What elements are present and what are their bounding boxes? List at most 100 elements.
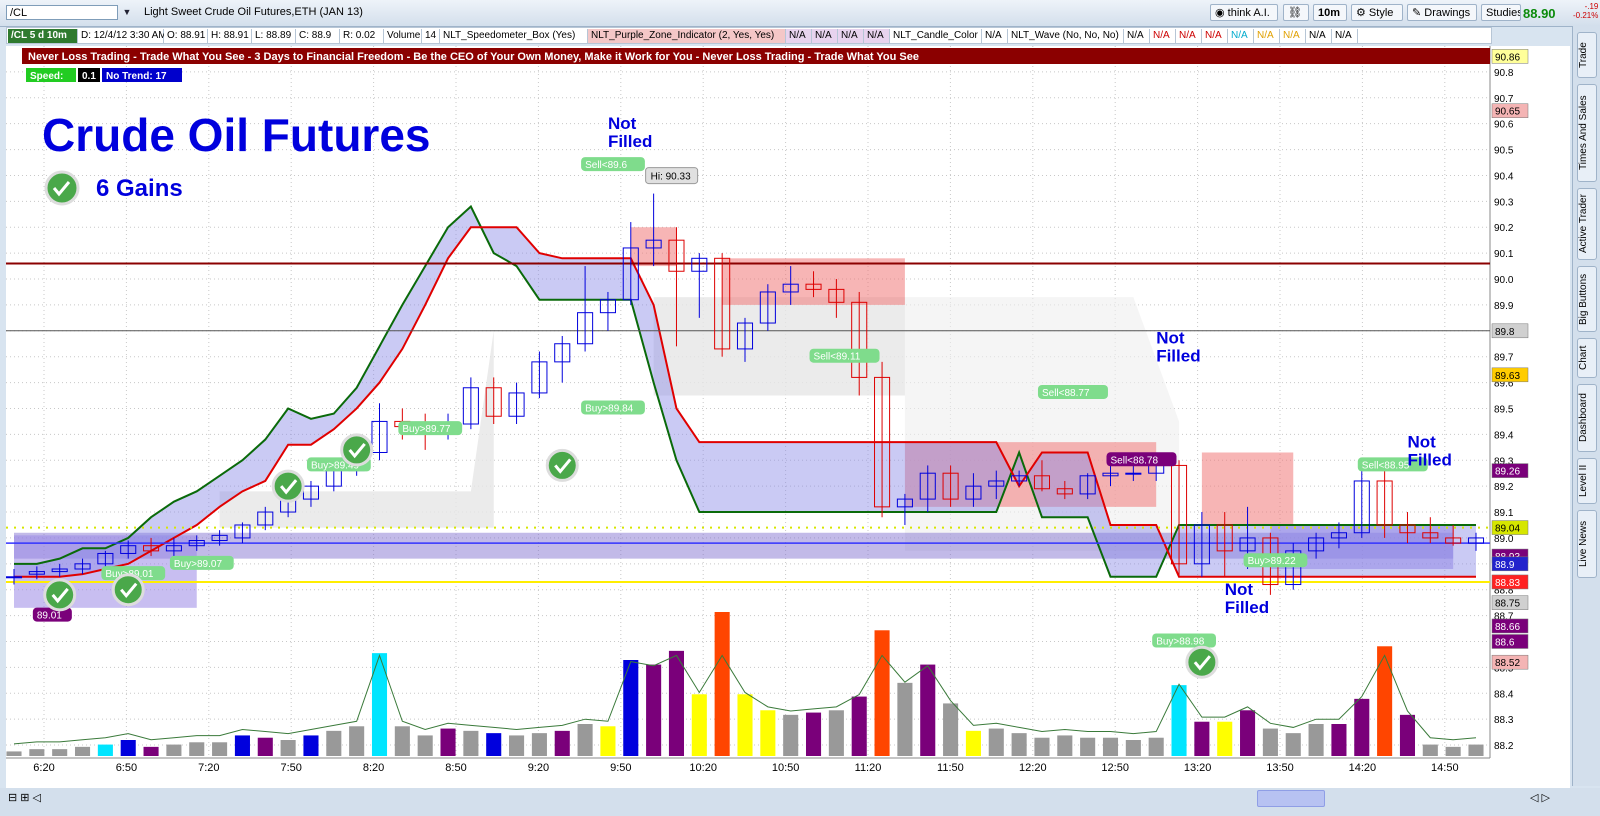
side-tab-active-trader[interactable]: Active Trader	[1577, 188, 1597, 260]
think-ai-button[interactable]: ◉ think A.I.	[1210, 4, 1278, 21]
study-chip: D: 12/4/12 3:30 AM	[78, 29, 167, 43]
volume-bar	[394, 726, 410, 756]
zoom-icons[interactable]: ⊟ ⊞ ◁	[8, 791, 41, 804]
candle-body[interactable]	[5, 576, 23, 579]
volume-bar	[760, 710, 776, 756]
x-tick-label: 6:20	[33, 762, 54, 774]
x-tick-label: 8:20	[363, 762, 384, 774]
signal-label: Buy>89.07	[174, 559, 223, 570]
study-chip[interactable]: N/A	[982, 29, 1008, 43]
volume-bar	[52, 749, 68, 756]
study-chip[interactable]: N/A	[1280, 29, 1306, 43]
side-tab-dashboard[interactable]: Dashboard	[1577, 384, 1597, 452]
x-tick-label: 13:20	[1184, 762, 1212, 774]
interval-button[interactable]: 10m	[1313, 4, 1347, 21]
y-tick-label: 89.9	[1494, 301, 1514, 312]
study-chip[interactable]: NLT_Purple_Zone_Indicator (2, Yes, Yes)	[588, 29, 786, 43]
scroll-arrows-icon[interactable]: ◁ ▷	[1530, 791, 1550, 804]
not-filled-label: Not	[1225, 580, 1254, 599]
study-chip[interactable]: N/A	[786, 29, 812, 43]
study-chip[interactable]: N/A	[1176, 29, 1202, 43]
study-chip[interactable]: N/A	[838, 29, 864, 43]
study-chip[interactable]: N/A	[1150, 29, 1176, 43]
top-toolbar: /CL ▼ Light Sweet Crude Oil Futures,ETH …	[0, 0, 1600, 27]
side-tab-live-news[interactable]: Live News	[1577, 510, 1597, 578]
y-tick-label: 89.1	[1494, 508, 1514, 519]
symbol-dropdown-icon[interactable]: ▼	[120, 5, 134, 20]
study-chip[interactable]: N/A	[1254, 29, 1280, 43]
study-chip[interactable]: NLT_Candle_Color	[890, 29, 982, 43]
study-chip: C: 88.9	[296, 29, 340, 43]
price-tag: 89.04	[1495, 524, 1520, 535]
checkmark-icon	[111, 573, 145, 607]
study-chip[interactable]: NLT_Speedometer_Box (Yes)	[440, 29, 588, 43]
price-tag: 88.66	[1495, 622, 1520, 633]
study-chip: Volume	[384, 29, 422, 43]
volume-bar	[349, 726, 365, 756]
studies-button[interactable]: Studies	[1481, 4, 1521, 21]
x-tick-label: 14:50	[1431, 762, 1459, 774]
y-tick-label: 90.0	[1494, 275, 1514, 286]
study-chip[interactable]: N/A	[1332, 29, 1358, 43]
study-chip: L: 88.89	[252, 29, 296, 43]
y-tick-label: 90.5	[1494, 146, 1514, 157]
volume-bar	[97, 744, 113, 756]
study-chip: O: 88.91	[164, 29, 208, 43]
y-tick-label: 88.4	[1494, 689, 1514, 700]
chart-area[interactable]: 88.288.388.488.588.688.788.888.989.089.1…	[5, 46, 1570, 791]
price-chart[interactable]: 88.288.388.488.588.688.788.888.989.089.1…	[5, 46, 1570, 788]
study-chip[interactable]: N/A	[1306, 29, 1332, 43]
side-tab-times-and-sales[interactable]: Times And Sales	[1577, 84, 1597, 182]
volume-bar	[509, 735, 525, 756]
x-tick-label: 12:50	[1101, 762, 1129, 774]
study-chip[interactable]: N/A	[1202, 29, 1228, 43]
volume-bar	[120, 740, 136, 756]
price-tag: 88.83	[1495, 578, 1520, 589]
symbol-input[interactable]: /CL	[6, 5, 118, 20]
drawings-button[interactable]: ✎ Drawings	[1407, 4, 1477, 21]
y-tick-label: 88.3	[1494, 715, 1514, 726]
volume-bar	[371, 653, 388, 756]
brain-icon: ◉	[1215, 7, 1228, 19]
scrollbar-thumb[interactable]	[1257, 790, 1325, 807]
price-tag: 89.26	[1495, 467, 1520, 478]
y-tick-label: 89.5	[1494, 404, 1514, 415]
volume-bar	[1125, 740, 1141, 756]
volume-bar	[851, 696, 867, 756]
x-tick-label: 11:20	[855, 762, 882, 774]
candle-body[interactable]	[1125, 472, 1142, 475]
not-filled-label: Not	[608, 114, 637, 133]
price-tag: 89.63	[1495, 371, 1520, 382]
not-filled-label: Filled	[1225, 598, 1269, 617]
volume-bar	[554, 730, 570, 756]
study-chip[interactable]: N/A	[812, 29, 838, 43]
side-tab-big-buttons[interactable]: Big Buttons	[1577, 266, 1597, 332]
signal-label: Sell<89.11	[814, 352, 861, 363]
y-tick-label: 89.4	[1494, 430, 1514, 441]
volume-bar	[668, 650, 685, 756]
side-tab-chart[interactable]: Chart	[1577, 338, 1597, 378]
volume-bar	[828, 710, 844, 756]
study-chip[interactable]: NLT_Wave (No, No, No)	[1008, 29, 1124, 43]
volume-bar	[600, 726, 616, 756]
study-chip[interactable]: N/A	[1228, 29, 1254, 43]
style-button[interactable]: ⚙ Style	[1351, 4, 1403, 21]
link-icon[interactable]: ⛓	[1283, 4, 1309, 21]
side-tab-level-ii[interactable]: Level II	[1577, 458, 1597, 504]
banner-text: Never Loss Trading - Trade What You See …	[28, 51, 919, 63]
y-tick-label: 90.8	[1494, 68, 1514, 79]
volume-bar	[212, 742, 228, 756]
study-chip: /CL 5 d 10m	[8, 29, 78, 43]
not-filled-label: Filled	[608, 132, 652, 151]
checkmark-icon	[271, 469, 305, 503]
volume-bar	[897, 682, 913, 756]
price-tag: 88.52	[1495, 658, 1520, 669]
study-chip[interactable]: N/A	[864, 29, 890, 43]
side-tab-trade[interactable]: Trade	[1577, 32, 1597, 78]
y-tick-label: 90.3	[1494, 197, 1514, 208]
x-tick-label: 14:20	[1349, 762, 1377, 774]
study-chip: 14	[422, 29, 440, 43]
price-tag: 88.9	[1495, 560, 1515, 571]
study-chip[interactable]: N/A	[1124, 29, 1150, 43]
volume-bar	[143, 746, 159, 756]
